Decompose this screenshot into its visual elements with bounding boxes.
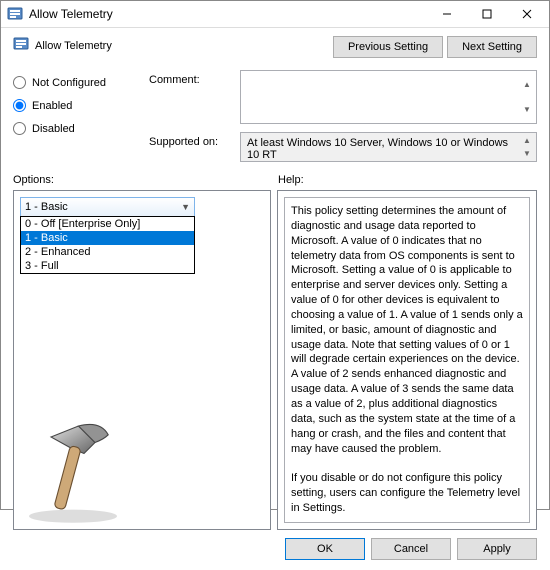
help-text[interactable]: This policy setting determines the amoun… bbox=[284, 197, 530, 523]
ok-button[interactable]: OK bbox=[285, 538, 365, 560]
minimize-button[interactable] bbox=[427, 1, 467, 27]
supported-field: At least Windows 10 Server, Windows 10 o… bbox=[240, 132, 537, 162]
header-label: Allow Telemetry bbox=[13, 36, 333, 55]
nav-buttons: Previous Setting Next Setting bbox=[333, 36, 537, 58]
close-button[interactable] bbox=[507, 1, 547, 27]
radio-not-configured[interactable]: Not Configured bbox=[13, 76, 143, 89]
next-setting-button[interactable]: Next Setting bbox=[447, 36, 537, 58]
hammer-icon bbox=[18, 415, 128, 525]
section-labels: Options: Help: bbox=[13, 174, 537, 186]
telemetry-select[interactable]: 1 - Basic ▼ 0 - Off [Enterprise Only]1 -… bbox=[20, 197, 264, 217]
policy-dialog: Allow Telemetry Allow Telemetry Previous… bbox=[0, 0, 550, 510]
select-display[interactable]: 1 - Basic ▼ bbox=[20, 197, 195, 217]
help-panel: This policy setting determines the amoun… bbox=[277, 190, 537, 530]
previous-setting-button[interactable]: Previous Setting bbox=[333, 36, 443, 58]
policy-name: Allow Telemetry bbox=[35, 40, 112, 52]
window-buttons bbox=[427, 1, 547, 27]
comment-field[interactable]: ▲ ▼ bbox=[240, 70, 537, 124]
policy-icon bbox=[7, 6, 23, 22]
supported-label: Supported on: bbox=[149, 132, 234, 162]
select-option[interactable]: 0 - Off [Enterprise Only] bbox=[21, 217, 194, 231]
form-area: Not Configured Enabled Disabled Comment:… bbox=[13, 70, 537, 162]
supported-scroll: ▲ ▼ bbox=[519, 134, 535, 160]
scroll-down-icon[interactable]: ▼ bbox=[519, 147, 535, 160]
state-radio-group: Not Configured Enabled Disabled bbox=[13, 70, 143, 162]
dialog-footer: OK Cancel Apply bbox=[13, 538, 537, 560]
select-option[interactable]: 3 - Full bbox=[21, 259, 194, 273]
policy-icon bbox=[13, 36, 29, 55]
scroll-up-icon[interactable]: ▲ bbox=[519, 72, 535, 97]
select-value: 1 - Basic bbox=[25, 201, 68, 213]
cancel-button[interactable]: Cancel bbox=[371, 538, 451, 560]
select-dropdown: 0 - Off [Enterprise Only]1 - Basic2 - En… bbox=[20, 216, 195, 274]
radio-enabled[interactable]: Enabled bbox=[13, 99, 143, 112]
comment-scroll: ▲ ▼ bbox=[519, 72, 535, 122]
titlebar: Allow Telemetry bbox=[1, 1, 549, 28]
content: Allow Telemetry Previous Setting Next Se… bbox=[1, 28, 549, 570]
apply-button[interactable]: Apply bbox=[457, 538, 537, 560]
maximize-button[interactable] bbox=[467, 1, 507, 27]
comment-label: Comment: bbox=[149, 70, 234, 124]
scroll-up-icon[interactable]: ▲ bbox=[519, 134, 535, 147]
options-label: Options: bbox=[13, 174, 278, 186]
scroll-down-icon[interactable]: ▼ bbox=[519, 97, 535, 122]
select-option[interactable]: 1 - Basic bbox=[21, 231, 194, 245]
select-option[interactable]: 2 - Enhanced bbox=[21, 245, 194, 259]
header-row: Allow Telemetry Previous Setting Next Se… bbox=[13, 36, 537, 58]
chevron-down-icon: ▼ bbox=[181, 202, 190, 212]
panels: 1 - Basic ▼ 0 - Off [Enterprise Only]1 -… bbox=[13, 190, 537, 530]
radio-disabled[interactable]: Disabled bbox=[13, 122, 143, 135]
help-label: Help: bbox=[278, 174, 304, 186]
options-panel: 1 - Basic ▼ 0 - Off [Enterprise Only]1 -… bbox=[13, 190, 271, 530]
window-title: Allow Telemetry bbox=[29, 7, 427, 21]
